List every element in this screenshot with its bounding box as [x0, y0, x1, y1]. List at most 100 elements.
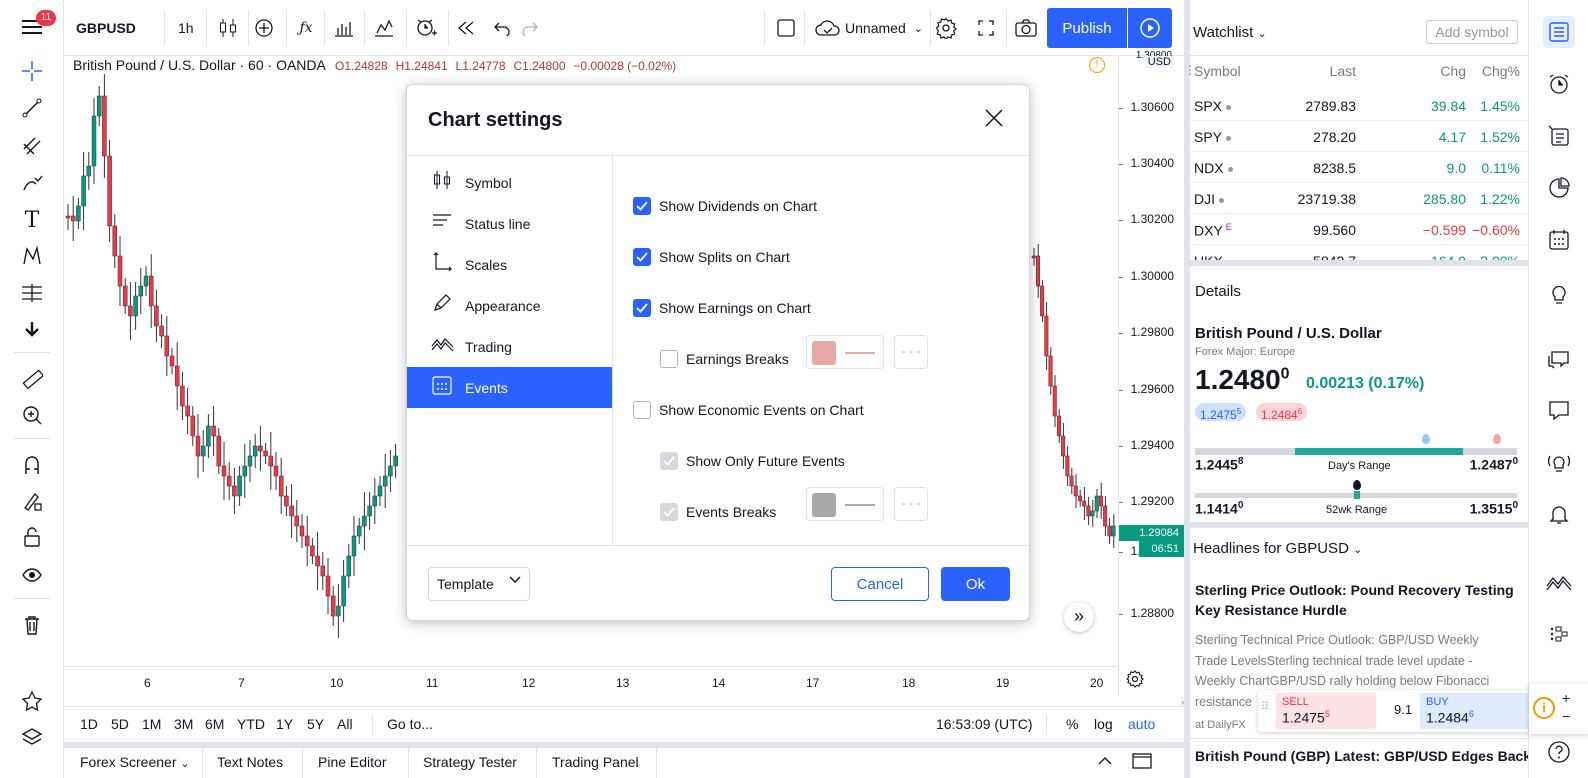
brush-icon[interactable] [14, 168, 50, 198]
tab-strategy-tester[interactable]: Strategy Tester [423, 754, 517, 770]
lightbulb-icon[interactable] [1543, 278, 1575, 310]
alert-add-icon[interactable] [414, 10, 438, 46]
watchlist-icon[interactable] [1543, 16, 1575, 48]
cancel-button[interactable]: Cancel [831, 567, 929, 601]
chat-bubble-icon[interactable] [1543, 394, 1575, 426]
drag-handle-icon[interactable]: ⠿ [1261, 700, 1269, 713]
data-window-icon[interactable] [1543, 120, 1575, 152]
add-symbol-button[interactable]: Add symbol [1426, 20, 1518, 44]
range-3m[interactable]: 3M [174, 716, 193, 732]
layout-save-button[interactable]: Unnamed ⌄ [812, 10, 926, 46]
trash-icon[interactable] [14, 610, 50, 640]
watchlist-row[interactable]: SPX 2789.83 39.84 1.45% [1190, 91, 1528, 121]
tab-trading-panel[interactable]: Trading Panel [552, 754, 639, 770]
zoom-in-icon[interactable] [14, 400, 50, 430]
option-label[interactable]: Show Dividends on Chart [659, 198, 817, 214]
unlock-icon[interactable] [14, 522, 50, 552]
symbol-search[interactable]: GBPUSD [76, 10, 136, 46]
earnings-breaks-color-picker[interactable] [806, 335, 884, 369]
nav-events[interactable]: Events [407, 367, 612, 408]
watchlist-row[interactable]: DJI 23719.38 285.80 1.22% [1190, 184, 1528, 214]
trend-line-icon[interactable] [14, 93, 50, 123]
text-tool-icon[interactable]: T [14, 205, 50, 235]
lock-drawing-icon[interactable] [14, 486, 50, 516]
nav-symbol[interactable]: Symbol [407, 162, 612, 203]
range-ytd[interactable]: YTD [237, 716, 265, 732]
line-style-picker[interactable]: - - - [894, 487, 928, 521]
chevron-right-icon[interactable]: › [1181, 697, 1184, 708]
ruler-icon[interactable] [14, 364, 50, 394]
plus-icon[interactable]: + [1562, 690, 1570, 706]
details-symbol-name[interactable]: British Pound / U.S. Dollar [1195, 325, 1382, 342]
fib-tool-icon[interactable] [14, 131, 50, 161]
watchlist-row[interactable]: UKX 5842.7 164.9 2.90% [1190, 246, 1528, 260]
compare-add-icon[interactable] [252, 10, 276, 46]
percent-scale-toggle[interactable]: % [1066, 716, 1078, 732]
range-all[interactable]: All [337, 716, 353, 732]
utc-clock[interactable]: 16:53:09 (UTC) [936, 716, 1032, 732]
line-style-picker[interactable]: - - - [894, 335, 928, 369]
camera-icon[interactable] [1014, 10, 1038, 46]
range-1d[interactable]: 1D [80, 716, 98, 732]
expand-icon[interactable] [974, 10, 998, 46]
col-chg[interactable]: Chg [1440, 63, 1466, 79]
magnet-icon[interactable] [14, 450, 50, 480]
range-5y[interactable]: 5Y [307, 716, 324, 732]
buy-button[interactable]: BUY 1.24846 [1420, 693, 1530, 729]
nav-trading[interactable]: Trading [407, 326, 612, 367]
close-icon[interactable] [983, 107, 1007, 131]
publish-button[interactable]: Publish [1047, 8, 1127, 48]
watchlist-title[interactable]: Watchlist ⌄ [1193, 24, 1267, 41]
auto-scale-toggle[interactable]: auto [1128, 716, 1155, 732]
checkbox-show-only-future-events[interactable] [660, 452, 678, 470]
calendar-icon[interactable] [1543, 224, 1575, 256]
indicators-icon[interactable]: ƒx [294, 10, 318, 46]
collapse-panel-icon[interactable] [1096, 752, 1114, 773]
option-label[interactable]: Show Splits on Chart [659, 249, 790, 265]
option-label[interactable]: Show Earnings on Chart [659, 300, 811, 316]
watchlist-row[interactable]: NDX 8238.5 9.0 0.11% [1190, 153, 1528, 183]
interval-button[interactable]: 1h [178, 10, 194, 46]
events-breaks-color-picker[interactable] [806, 487, 884, 521]
alarm-clock-icon[interactable] [1543, 68, 1575, 100]
nav-appearance[interactable]: Appearance [407, 285, 612, 326]
pattern-icon[interactable] [14, 241, 50, 271]
checkbox-earnings-breaks[interactable] [660, 350, 678, 368]
goto-date-button[interactable]: Go to... [387, 716, 433, 732]
redo-icon[interactable] [518, 10, 542, 46]
minus-icon[interactable]: − [1562, 708, 1570, 724]
option-label[interactable]: Events Breaks [686, 504, 776, 520]
range-1y[interactable]: 1Y [276, 716, 293, 732]
layers-icon[interactable] [14, 722, 50, 752]
pie-chart-icon[interactable] [1543, 172, 1575, 204]
checkbox-show-dividends-on-chart[interactable] [633, 197, 651, 215]
log-scale-toggle[interactable]: log [1094, 716, 1113, 732]
nav-status-line[interactable]: Status line [407, 203, 612, 244]
tab-pine-editor[interactable]: Pine Editor [318, 754, 386, 770]
headline-2[interactable]: British Pound (GBP) Latest: GBP/USD Edge… [1195, 748, 1531, 764]
settings-gear-icon[interactable] [934, 10, 958, 46]
star-icon[interactable] [14, 686, 50, 716]
help-icon[interactable] [1543, 736, 1575, 768]
chart-settings-gear-icon[interactable] [1126, 670, 1150, 694]
streams-icon[interactable] [1543, 446, 1575, 478]
checkbox-show-earnings-on-chart[interactable] [633, 299, 651, 317]
option-label[interactable]: Earnings Breaks [686, 351, 789, 367]
option-label[interactable]: Show Economic Events on Chart [659, 402, 864, 418]
warning-icon[interactable]: ! [1089, 57, 1105, 73]
trading-icon[interactable] [1543, 566, 1575, 598]
notifications-bell-icon[interactable] [1543, 498, 1575, 530]
range-1m[interactable]: 1M [142, 716, 161, 732]
financials-icon[interactable] [332, 10, 356, 46]
forecast-icon[interactable] [14, 278, 50, 308]
nav-scales[interactable]: Scales [407, 244, 612, 285]
arrow-down-icon[interactable] [14, 314, 50, 344]
tab-text-notes[interactable]: Text Notes [217, 754, 283, 770]
tab-forex-screener[interactable]: Forex Screener ⌄ [80, 754, 190, 770]
col-chg-pct[interactable]: Chg% [1482, 63, 1520, 79]
col-last[interactable]: Last [1330, 63, 1356, 79]
crosshair-icon[interactable] [14, 56, 50, 86]
template-dropdown[interactable]: Template [428, 567, 530, 601]
headlines-title[interactable]: Headlines for GBPUSD ⌄ [1193, 540, 1362, 557]
info-icon[interactable]: i [1533, 697, 1555, 719]
